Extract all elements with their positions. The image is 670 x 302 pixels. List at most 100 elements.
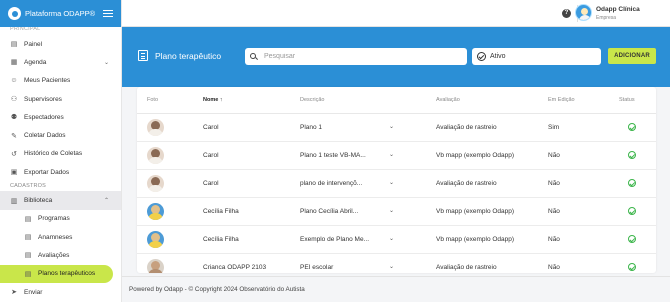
sidebar-item-label: Exportar Dados — [24, 168, 70, 176]
chevron-down-icon[interactable]: ⌄ — [389, 235, 394, 242]
pencil-icon: ✎ — [11, 132, 17, 140]
check-circle-icon — [477, 52, 486, 61]
row-evaluation: Avaliação de rastreio — [436, 264, 497, 271]
chevron-up-icon: ⌃ — [103, 198, 109, 205]
search-box[interactable] — [245, 48, 467, 65]
status-check-icon — [628, 235, 636, 243]
sidebar-item-label: Planos terapêuticos — [38, 270, 96, 278]
section-label-cadastros: CADASTROS — [10, 183, 47, 190]
row-name: Cecília Filha — [203, 208, 239, 215]
viewers-icon: ⚉ — [10, 114, 18, 122]
search-input[interactable] — [264, 53, 454, 60]
row-name: Cecília Filha — [203, 236, 239, 243]
status-filter-select[interactable]: Ativo — [472, 48, 601, 65]
patient-photo — [147, 147, 164, 164]
row-evaluation: Vb mapp (exemplo Odapp) — [436, 208, 515, 215]
sidebar-item-painel[interactable]: ▤ Painel — [0, 35, 121, 53]
dashboard-icon: ▤ — [10, 41, 18, 49]
document-icon — [138, 50, 148, 61]
user-name[interactable]: Odapp Clínica — [596, 6, 640, 13]
add-button[interactable]: ADICIONAR — [608, 48, 656, 64]
patient-photo — [147, 231, 164, 248]
sidebar-item-programas[interactable]: ▤ Programas — [0, 210, 121, 228]
brand-bar: Plataforma ODAPP® — [0, 0, 121, 27]
row-description: plano de intervençõ... — [300, 180, 363, 187]
table-row[interactable]: Cecília Filha Plano Cecília Abril... ⌄ V… — [137, 198, 656, 226]
patient-photo — [147, 119, 164, 136]
chevron-down-icon[interactable]: ⌄ — [389, 179, 394, 186]
chevron-down-icon[interactable]: ⌄ — [389, 263, 394, 270]
sidebar-item-exportar[interactable]: ▣ Exportar Dados — [0, 163, 121, 181]
section-label-principal: PRINCIPAL — [10, 27, 41, 32]
footer-copyright: Powered by Odapp - © Copyright 2024 Obse… — [129, 286, 305, 293]
table-row[interactable]: Carol plano de intervençõ... ⌄ Avaliação… — [137, 170, 656, 198]
column-header-status[interactable]: Status — [619, 97, 635, 103]
sidebar-item-coletar-dados[interactable]: ✎ Coletar Dados — [0, 126, 121, 144]
chevron-down-icon[interactable]: ⌄ — [389, 207, 394, 214]
table-row[interactable]: Crianca ODAPP 2103 PEI escolar ⌄ Avaliaç… — [137, 254, 656, 273]
sidebar-item-agenda[interactable]: ▦ Agenda ⌄ — [0, 53, 121, 71]
sidebar-item-espectadores[interactable]: ⚉ Espectadores — [0, 108, 121, 126]
sidebar-item-label: Coletar Dados — [24, 132, 66, 140]
row-evaluation: Avaliação de rastreio — [436, 180, 497, 187]
document-icon: ▤ — [24, 270, 32, 278]
column-header-descricao[interactable]: Descrição — [300, 97, 324, 103]
row-description: PEI escolar — [300, 264, 334, 271]
sidebar-item-avaliacoes[interactable]: ▤ Avaliações — [0, 246, 121, 264]
chevron-down-icon: ⌄ — [103, 59, 109, 66]
table-header: Foto Nome ↑ Descrição Avaliação Em Ediçã… — [137, 87, 656, 114]
row-name: Carol — [203, 124, 219, 131]
page-header: Plano terapêutico Ativo ADICIONAR — [122, 27, 670, 87]
sidebar-item-label: Painel — [24, 40, 43, 48]
table-row[interactable]: Carol Plano 1 teste VB-MA... ⌄ Vb mapp (… — [137, 142, 656, 170]
row-editing: Não — [548, 152, 560, 159]
sidebar-item-label: Programas — [38, 215, 70, 223]
sidebar-item-label: Avaliações — [38, 251, 70, 259]
table-row[interactable]: Carol Plano 1 ⌄ Avaliação de rastreio Si… — [137, 114, 656, 142]
row-name: Carol — [203, 152, 219, 159]
row-evaluation: Avaliação de rastreio — [436, 124, 497, 131]
chevron-down-icon[interactable]: ⌄ — [389, 123, 394, 130]
users-icon: ☺ — [10, 77, 18, 85]
column-header-em-edicao[interactable]: Em Edição — [548, 97, 575, 103]
status-check-icon — [628, 151, 636, 159]
sidebar: Plataforma ODAPP® PRINCIPAL ▤ Painel ▦ A… — [0, 0, 122, 302]
sidebar-item-enviar[interactable]: ➤ Enviar — [0, 283, 121, 301]
sidebar-item-historico[interactable]: ↺ Histórico de Coletas — [0, 145, 121, 163]
calendar-icon: ▦ — [10, 59, 18, 67]
sidebar-item-planos-terapeuticos[interactable]: ▤ Planos terapêuticos — [0, 264, 113, 283]
chevron-down-icon[interactable]: ⌄ — [389, 151, 394, 158]
column-header-nome[interactable]: Nome ↑ — [203, 97, 223, 103]
row-editing: Não — [548, 236, 560, 243]
patient-photo — [147, 259, 164, 273]
supervisor-icon: ⚇ — [10, 96, 18, 104]
column-header-avaliacao[interactable]: Avaliação — [436, 97, 460, 103]
row-evaluation: Vb mapp (exemplo Odapp) — [436, 152, 515, 159]
sidebar-item-label: Espectadores — [24, 113, 64, 121]
brand-title: Plataforma ODAPP® — [25, 9, 96, 18]
row-editing: Não — [548, 264, 560, 271]
sidebar-item-biblioteca[interactable]: ▥ Biblioteca ⌃ — [0, 191, 121, 210]
footer: Powered by Odapp - © Copyright 2024 Obse… — [122, 276, 670, 302]
help-icon[interactable]: ? — [562, 9, 571, 18]
export-icon: ▣ — [10, 169, 18, 177]
sidebar-item-label: Meus Pacientes — [24, 77, 71, 85]
user-role: Empresa — [596, 15, 617, 21]
sidebar-item-meus-pacientes[interactable]: ☺ Meus Pacientes — [0, 72, 121, 90]
library-icon: ▥ — [10, 197, 18, 205]
row-name: Crianca ODAPP 2103 — [203, 264, 267, 271]
document-icon: ▤ — [24, 234, 32, 242]
plans-table: Foto Nome ↑ Descrição Avaliação Em Ediçã… — [137, 87, 656, 273]
sidebar-item-supervisores[interactable]: ⚇ Supervisores — [0, 90, 121, 108]
document-icon: ▤ — [24, 252, 32, 260]
table-row[interactable]: Cecília Filha Exemplo de Plano Me... ⌄ V… — [137, 226, 656, 254]
avatar[interactable] — [575, 4, 592, 21]
sidebar-item-label: Agenda — [24, 58, 47, 66]
status-check-icon — [628, 207, 636, 215]
sidebar-item-anamneses[interactable]: ▤ Anamneses — [0, 228, 121, 246]
send-icon: ➤ — [11, 289, 17, 296]
status-check-icon — [628, 179, 636, 187]
menu-toggle-icon[interactable] — [103, 9, 113, 18]
row-description: Plano 1 teste VB-MA... — [300, 152, 366, 159]
page-title: Plano terapêutico — [155, 51, 222, 61]
